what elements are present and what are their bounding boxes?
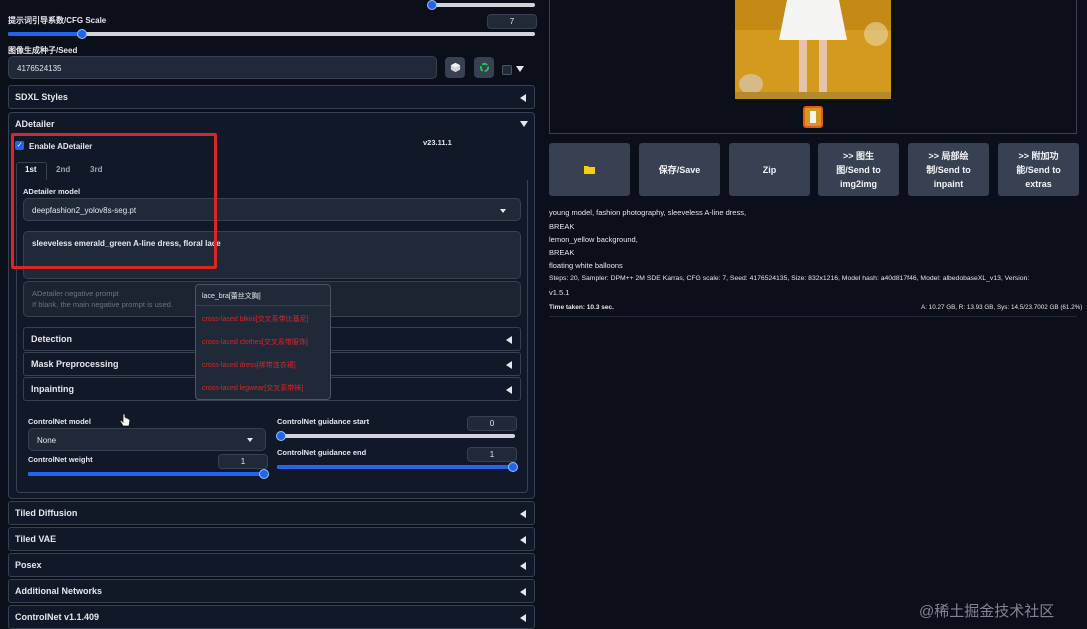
autocomplete-divider	[196, 305, 330, 306]
cfg-scale-slider[interactable]	[8, 29, 535, 39]
autocomplete-item-text: cross-laced legwear[交叉系带袜]	[202, 385, 304, 392]
sdxl-styles-title: SDXL Styles	[15, 92, 68, 102]
adetailer-title[interactable]: ADetailer	[15, 119, 55, 129]
generation-info-line: BREAK	[549, 248, 575, 257]
mask-preprocessing-title: Mask Preprocessing	[31, 359, 119, 369]
adetailer-model-value: deepfashion2_yolov8s-seg.pt	[32, 206, 137, 215]
adetailer-model-label: ADetailer model	[23, 187, 81, 196]
seed-label: 图像生成种子/Seed	[8, 46, 78, 55]
top-slider[interactable]	[427, 0, 535, 10]
inpainting-title: Inpainting	[31, 384, 74, 394]
dice-icon	[450, 62, 460, 73]
autocomplete-item[interactable]: cross-laced clothes[交叉系带服饰]	[202, 337, 308, 347]
tiled-diffusion-title: Tiled Diffusion	[15, 508, 78, 518]
controlnet-model-select[interactable]: None	[28, 428, 266, 451]
adetailer-version: v23.11.1	[423, 138, 452, 147]
controlnet-weight-label: ControlNet weight	[28, 455, 93, 464]
adetailer-prompt-text: sleeveless emerald_green A-line dress, f…	[32, 239, 221, 248]
extra-seed-chevron-icon[interactable]	[516, 66, 524, 72]
generated-image[interactable]	[735, 0, 891, 99]
collapse-arrow-icon	[506, 361, 512, 369]
additional-networks-title: Additional Networks	[15, 586, 103, 596]
controlnet-title: ControlNet v1.1.409	[15, 612, 100, 622]
enable-adetailer-checkbox[interactable]: ✓	[15, 141, 24, 150]
send-to-extras-button[interactable]: >> 附加功 能/Send to extras	[998, 143, 1079, 196]
controlnet-weight-value[interactable]: 1	[218, 454, 268, 469]
enable-adetailer-label: Enable ADetailer	[29, 142, 93, 151]
tiled-vae-title: Tiled VAE	[15, 534, 57, 544]
vram-usage: A: 10.27 GB, R: 13.93 GB, Sys: 14.5/23.7…	[921, 304, 1083, 311]
collapse-arrow-icon	[506, 336, 512, 344]
watermark: @稀土掘金技术社区	[919, 603, 1055, 620]
additional-networks-accordion[interactable]: Additional Networks	[8, 579, 535, 603]
autocomplete-item-text: lace_bra[蕾丝文胸]	[202, 293, 261, 300]
collapse-arrow-icon	[520, 94, 526, 102]
collapse-arrow-icon	[520, 588, 526, 596]
tab-3rd[interactable]: 3rd	[90, 165, 102, 180]
adetailer-prompt-textarea[interactable]: sleeveless emerald_green A-line dress, f…	[23, 231, 521, 279]
gallery-thumbnail[interactable]	[803, 106, 823, 128]
generation-info-line: lemon_yellow background,	[549, 235, 638, 244]
generation-params: Steps: 20, Sampler: DPM++ 2M SDE Karras,…	[549, 275, 1030, 282]
random-seed-button[interactable]	[445, 57, 465, 78]
extra-seed-checkbox[interactable]	[502, 65, 512, 75]
autocomplete-item[interactable]: lace_bra[蕾丝文胸]	[202, 291, 261, 301]
autocomplete-item[interactable]: cross-laced bikini[交叉系带比基尼]	[202, 314, 309, 324]
adetailer-model-select[interactable]: deepfashion2_yolov8s-seg.pt	[23, 198, 521, 221]
posex-accordion[interactable]: Posex	[8, 553, 535, 577]
collapse-arrow-icon	[520, 614, 526, 622]
collapse-arrow-icon	[506, 386, 512, 394]
autocomplete-item-text: cross-laced bikini[交叉系带比基尼]	[202, 316, 309, 323]
save-button[interactable]: 保存/Save	[639, 143, 720, 196]
cfg-scale-value[interactable]: 7	[487, 14, 537, 29]
controlnet-weight-slider[interactable]	[28, 469, 269, 479]
dropdown-arrow-icon	[247, 438, 253, 442]
seed-input[interactable]: 4176524135	[8, 56, 437, 79]
controlnet-guidance-end-value[interactable]: 1	[467, 447, 517, 462]
hand-cursor-icon	[119, 413, 131, 427]
zip-button[interactable]: Zip	[729, 143, 810, 196]
collapse-arrow-icon	[520, 562, 526, 570]
time-taken: Time taken: 10.3 sec.	[549, 304, 614, 311]
collapse-arrow-icon	[520, 510, 526, 518]
tab-1st[interactable]: 1st	[25, 165, 37, 180]
collapse-arrow-icon	[520, 536, 526, 544]
controlnet-guidance-start-value[interactable]: 0	[467, 416, 517, 431]
autocomplete-item-text: cross-laced dress[绑带连衣裙]	[202, 362, 296, 369]
controlnet-guidance-start-slider[interactable]	[276, 431, 515, 441]
controlnet-model-value: None	[37, 436, 57, 445]
posex-title: Posex	[15, 560, 42, 570]
expand-arrow-icon[interactable]	[520, 121, 528, 127]
tiled-vae-accordion[interactable]: Tiled VAE	[8, 527, 535, 551]
generation-info-line: young model, fashion photography, sleeve…	[549, 208, 747, 217]
controlnet-guidance-end-label: ControlNet guidance end	[277, 448, 367, 457]
open-folder-button[interactable]	[549, 143, 630, 196]
generation-params-version: v1.5.1	[549, 288, 570, 297]
autocomplete-item-text: cross-laced clothes[交叉系带服饰]	[202, 339, 308, 346]
controlnet-model-label: ControlNet model	[28, 417, 91, 426]
controlnet-accordion[interactable]: ControlNet v1.1.409	[8, 605, 535, 629]
send-to-img2img-button[interactable]: >> 图生 图/Send to img2img	[818, 143, 899, 196]
cfg-scale-label: 提示词引导系数/CFG Scale	[8, 16, 107, 25]
send-to-inpaint-button[interactable]: >> 局部绘 制/Send to inpaint	[908, 143, 989, 196]
controlnet-guidance-end-slider[interactable]	[277, 462, 518, 472]
folder-icon	[584, 166, 595, 174]
generation-info-line: floating white balloons	[549, 261, 623, 270]
reuse-seed-button[interactable]	[474, 57, 494, 78]
recycle-icon	[479, 62, 489, 73]
autocomplete-dropdown: lace_bra[蕾丝文胸] cross-laced bikini[交叉系带比基…	[195, 284, 331, 400]
autocomplete-item[interactable]: cross-laced dress[绑带连衣裙]	[202, 360, 296, 370]
detection-title: Detection	[31, 334, 73, 344]
controlnet-guidance-start-label: ControlNet guidance start	[277, 417, 370, 426]
tab-2nd[interactable]: 2nd	[56, 165, 70, 180]
tiled-diffusion-accordion[interactable]: Tiled Diffusion	[8, 501, 535, 525]
autocomplete-item[interactable]: cross-laced legwear[交叉系带袜]	[202, 383, 303, 393]
sdxl-styles-accordion[interactable]: SDXL Styles	[8, 85, 535, 109]
generation-info-line: BREAK	[549, 222, 575, 231]
dropdown-arrow-icon	[500, 209, 506, 213]
output-info-divider	[549, 316, 1077, 317]
